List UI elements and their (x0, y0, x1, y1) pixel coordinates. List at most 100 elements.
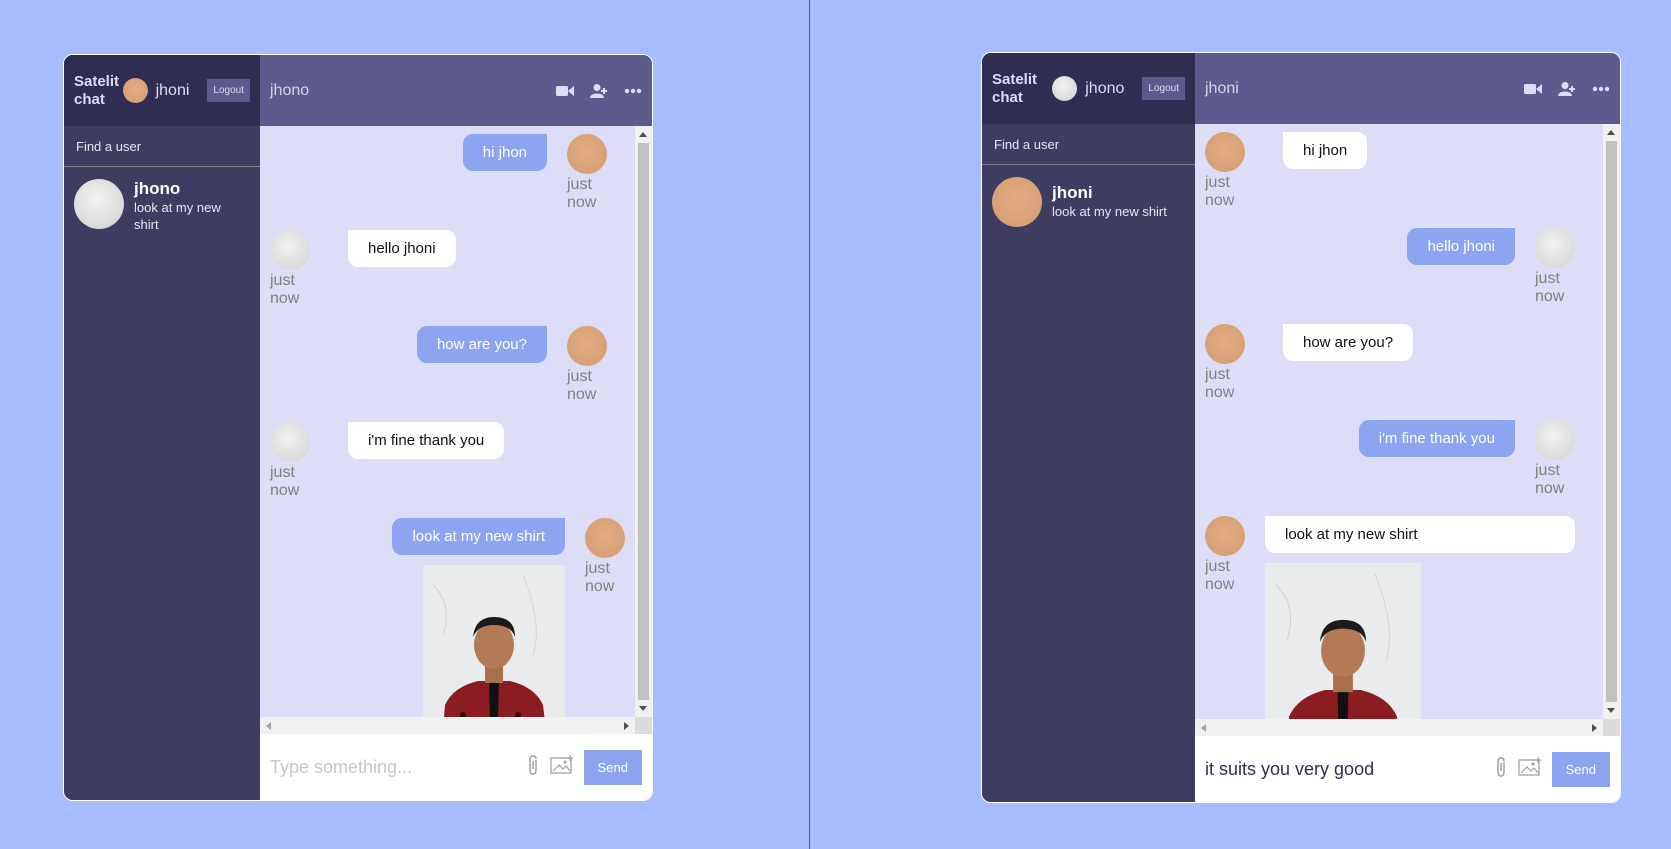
avatar (74, 179, 124, 229)
current-user-name: jhoni (155, 81, 190, 99)
add-user-icon[interactable] (590, 83, 608, 99)
current-user: jhoni Logout (122, 78, 250, 103)
shirt-photo[interactable]: FaceApp (423, 565, 565, 717)
message: just now look at my new shirt (270, 518, 625, 717)
logout-button[interactable]: Logout (207, 79, 250, 102)
chat-actions (1524, 81, 1610, 97)
attach-icon[interactable] (526, 754, 540, 781)
message-bubble: how are you? (416, 326, 547, 363)
vertical-scrollbar[interactable] (1603, 124, 1620, 719)
messages-scroll-area[interactable]: just now hi jhon just now hello jhoni ju… (1195, 124, 1620, 736)
search-input[interactable]: Find a user (994, 137, 1059, 152)
chat-title: jhoni (1205, 79, 1239, 97)
search-user[interactable]: Find a user (982, 124, 1195, 165)
sidebar: Satelit chat jhono Logout Find a user jh… (982, 53, 1195, 802)
horizontal-scrollbar[interactable] (260, 717, 635, 734)
chat-panel: jhono just now hi jhon just now hello jh… (260, 55, 652, 800)
vertical-scrollbar[interactable] (635, 126, 652, 717)
message: just now hello jhoni (270, 230, 625, 308)
message-bubble: hello jhoni (1407, 228, 1515, 265)
search-input[interactable]: Find a user (76, 139, 141, 154)
message: just now hi jhon (270, 134, 625, 212)
message-input-bar: Send (260, 734, 652, 800)
avatar (1205, 132, 1245, 172)
screen-divider (809, 0, 810, 849)
logout-button[interactable]: Logout (1142, 77, 1185, 100)
message-bubble: look at my new shirt (392, 518, 565, 555)
user-chat-item[interactable]: jhoni look at my new shirt (982, 165, 1195, 239)
image-icon[interactable] (1517, 756, 1542, 782)
message-bubble: i'm fine thank you (1358, 420, 1515, 457)
avatar (992, 177, 1042, 227)
user-chat-item[interactable]: jhono look at my new shirt (64, 167, 260, 245)
message-time: just now (1535, 462, 1565, 497)
shirt-photo[interactable]: FaceApp (1265, 563, 1421, 719)
message-time: just now (585, 560, 615, 595)
chat-app-left: Satelit chat jhoni Logout Find a user jh… (63, 54, 653, 801)
avatar (1205, 516, 1245, 556)
message: just now look at my new shirt (1205, 516, 1593, 719)
message-bubble: hi jhon (1283, 132, 1368, 169)
avatar (270, 422, 310, 462)
message-bubble: hi jhon (462, 134, 547, 171)
chat-panel: jhoni just now hi jhon just now hello jh… (1195, 53, 1620, 802)
chat-item-last-message: look at my new shirt (134, 200, 221, 232)
chat-item-name: jhono (134, 179, 181, 198)
current-user: jhono Logout (1052, 76, 1185, 101)
message-time: just now (270, 272, 300, 307)
more-icon[interactable] (624, 88, 642, 94)
messages: just now hi jhon just now hello jhoni ju… (1195, 124, 1603, 719)
attach-icon[interactable] (1494, 756, 1508, 783)
horizontal-scrollbar[interactable] (1195, 719, 1603, 736)
video-camera-icon[interactable] (556, 84, 574, 98)
sidebar: Satelit chat jhoni Logout Find a user jh… (64, 55, 260, 800)
message: just now how are you? (1205, 324, 1593, 402)
message: just now i'm fine thank you (270, 422, 625, 500)
messages-scroll-area[interactable]: just now hi jhon just now hello jhoni ju… (260, 126, 652, 734)
chat-header: jhono (260, 55, 652, 126)
image-icon[interactable] (549, 754, 574, 780)
avatar (122, 78, 148, 103)
send-button[interactable]: Send (583, 749, 642, 785)
message-time: just now (1205, 174, 1235, 209)
message: just now i'm fine thank you (1205, 420, 1593, 498)
message-time: just now (567, 368, 597, 403)
navbar: Satelit chat jhono Logout (982, 53, 1195, 124)
message: just now hello jhoni (1205, 228, 1593, 306)
avatar (270, 230, 310, 270)
message: just now how are you? (270, 326, 625, 404)
avatar (567, 326, 607, 366)
messages: just now hi jhon just now hello jhoni ju… (260, 126, 635, 717)
add-user-icon[interactable] (1558, 81, 1576, 97)
message-time: just now (1205, 558, 1235, 593)
chat-item-last-message: look at my new shirt (1052, 204, 1167, 219)
message-bubble: hello jhoni (348, 230, 456, 267)
message-bubble: how are you? (1283, 324, 1414, 361)
logo: Satelit chat (992, 70, 1038, 106)
avatar (585, 518, 625, 558)
chat-app-right: Satelit chat jhono Logout Find a user jh… (981, 52, 1621, 803)
navbar: Satelit chat jhoni Logout (64, 55, 260, 126)
chat-actions (556, 83, 642, 99)
chat-item-name: jhoni (1052, 183, 1093, 202)
chat-title: jhono (270, 81, 310, 99)
avatar (1205, 324, 1245, 364)
message-bubble: i'm fine thank you (348, 422, 505, 459)
video-camera-icon[interactable] (1524, 82, 1542, 96)
message-time: just now (1205, 366, 1235, 401)
send-button[interactable]: Send (1551, 751, 1610, 787)
more-icon[interactable] (1592, 86, 1610, 92)
message-bubble: look at my new shirt (1265, 516, 1576, 553)
message-input[interactable] (270, 756, 526, 778)
search-user[interactable]: Find a user (64, 126, 260, 167)
message-input[interactable] (1205, 758, 1494, 780)
message: just now hi jhon (1205, 132, 1593, 210)
chat-header: jhoni (1195, 53, 1620, 124)
message-input-bar: Send (1195, 736, 1620, 802)
message-time: just now (270, 464, 300, 499)
current-user-name: jhono (1085, 79, 1125, 97)
message-time: just now (567, 176, 597, 211)
avatar (1535, 420, 1575, 460)
avatar (1052, 76, 1078, 101)
message-time: just now (1535, 270, 1565, 305)
